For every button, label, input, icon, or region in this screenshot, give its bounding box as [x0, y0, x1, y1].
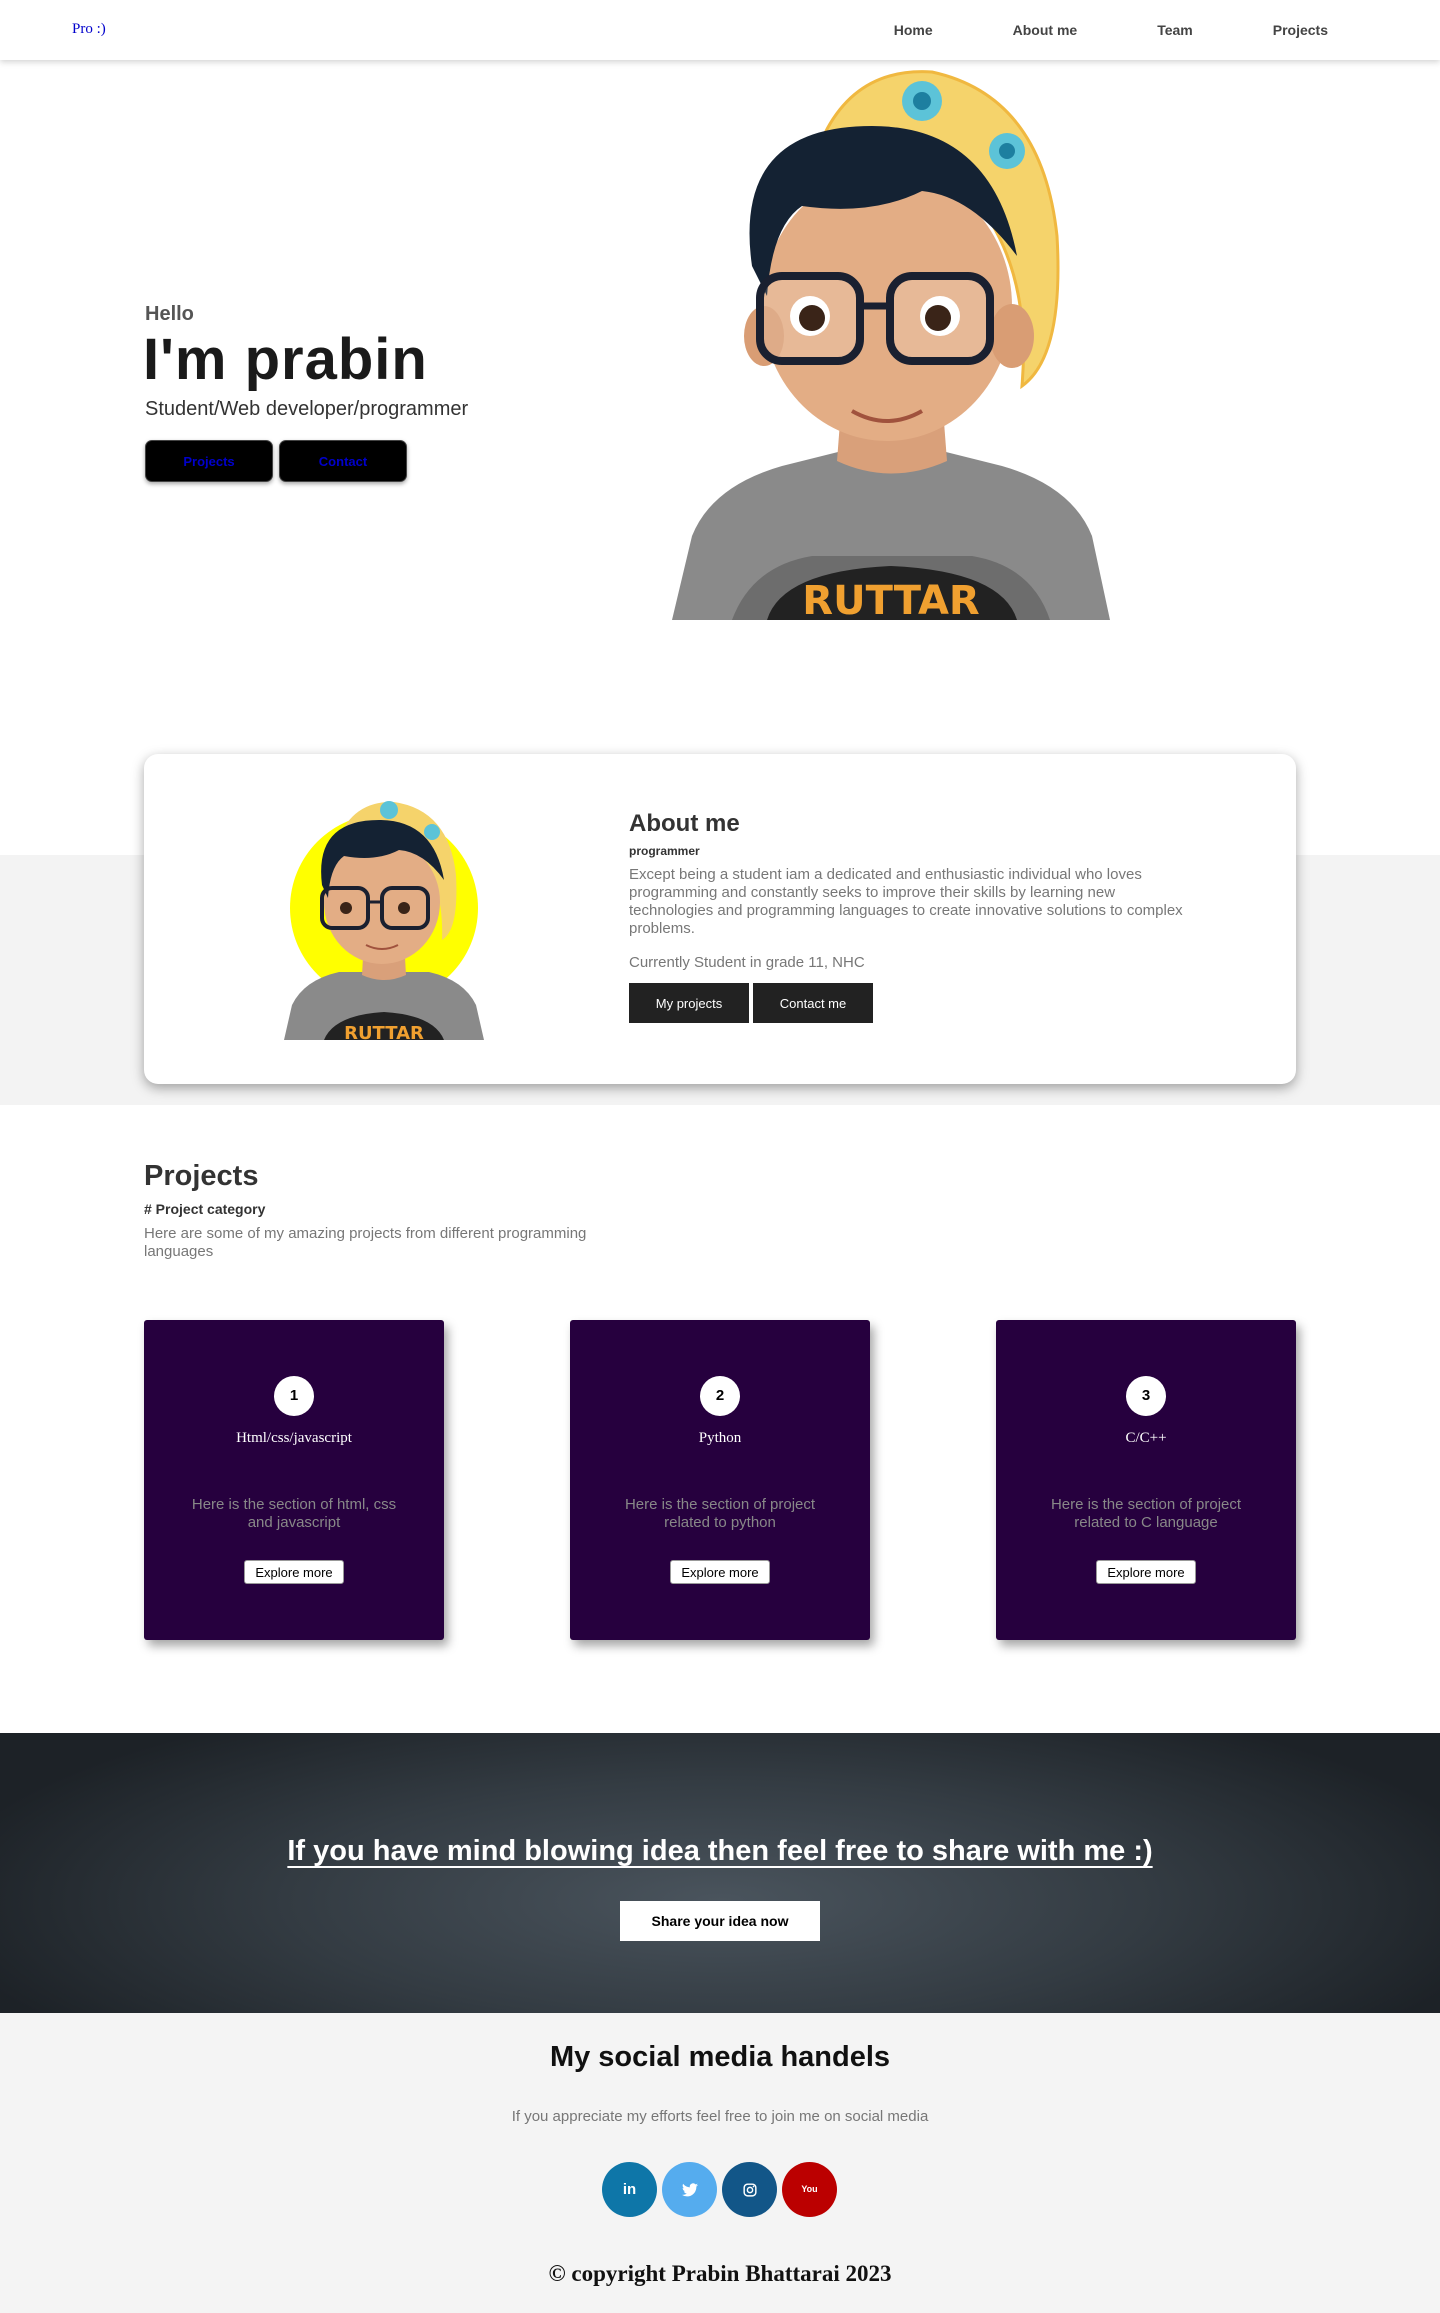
hero-name: I'm prabin	[143, 327, 428, 392]
project-card-python: 2 Python Here is the section of project …	[570, 1320, 870, 1640]
instagram-icon[interactable]	[722, 2162, 777, 2217]
explore-more-button[interactable]: Explore more	[670, 1560, 770, 1584]
explore-more-button[interactable]: Explore more	[244, 1560, 344, 1584]
about-current-status: Currently Student in grade 11, NHC	[629, 954, 865, 971]
card-title: Python	[698, 1430, 742, 1446]
idea-banner: If you have mind blowing idea then feel …	[0, 1733, 1440, 2013]
about-title: About me	[629, 810, 740, 837]
projects-section: Projects # Project category Here are som…	[144, 1160, 1296, 1261]
card-description: Here is the section of html, css and jav…	[191, 1496, 397, 1531]
navbar: Pro :) Home About me Team Projects	[0, 0, 1440, 60]
project-card-html: 1 Html/css/javascript Here is the sectio…	[144, 1320, 444, 1640]
hero-role: Student/Web developer/programmer	[145, 398, 469, 420]
projects-title: Projects	[144, 1160, 259, 1192]
hero-avatar-image: RUTTAR	[672, 70, 1110, 620]
card-title: C/C++	[1125, 1430, 1167, 1446]
site-logo[interactable]: Pro :)	[72, 21, 106, 38]
nav-link-projects[interactable]: Projects	[1273, 22, 1328, 38]
social-text: If you appreciate my efforts feel free t…	[511, 2108, 929, 2125]
social-title: My social media handels	[549, 2041, 891, 2073]
hero-section: Hello I'm prabin Student/Web developer/p…	[0, 60, 1440, 620]
contact-me-button[interactable]: Contact me	[753, 983, 873, 1023]
project-cards: 1 Html/css/javascript Here is the sectio…	[144, 1320, 1296, 1640]
card-number: 1	[274, 1376, 314, 1416]
projects-category: # Project category	[144, 1201, 266, 1217]
card-description: Here is the section of project related t…	[1050, 1496, 1242, 1531]
about-avatar-image: RUTTAR	[284, 801, 484, 1040]
linkedin-icon[interactable]: in	[602, 2162, 657, 2217]
projects-button[interactable]: Projects	[145, 440, 273, 482]
nav-link-team[interactable]: Team	[1157, 22, 1193, 38]
youtube-icon[interactable]: You	[782, 2162, 837, 2217]
linkedin-label: in	[622, 2181, 637, 2198]
idea-heading: If you have mind blowing idea then feel …	[0, 1835, 1440, 1868]
about-buttons: My projects Contact me	[629, 983, 1189, 1023]
copyright-text: © copyright Prabin Bhattarai 2023	[548, 2261, 892, 2286]
nav-links: Home About me Team Projects	[894, 0, 1440, 60]
social-section: My social media handels If you appreciat…	[0, 2013, 1440, 2313]
explore-more-button[interactable]: Explore more	[1096, 1560, 1196, 1584]
twitter-icon[interactable]	[662, 2162, 717, 2217]
card-number: 3	[1126, 1376, 1166, 1416]
nav-link-home[interactable]: Home	[894, 22, 933, 38]
share-idea-button[interactable]: Share your idea now	[620, 1901, 820, 1941]
project-card-c: 3 C/C++ Here is the section of project r…	[996, 1320, 1296, 1640]
shirt-text: RUTTAR	[802, 578, 979, 620]
youtube-label: You	[801, 2184, 818, 2194]
about-shirt-text: RUTTAR	[344, 1023, 424, 1040]
social-icons: in You	[602, 2162, 837, 2217]
about-subtitle: programmer	[629, 844, 700, 858]
nav-link-about[interactable]: About me	[1013, 22, 1078, 38]
hero-buttons: Projects Contact	[145, 440, 407, 482]
hero-greeting: Hello	[145, 303, 194, 325]
card-description: Here is the section of project related t…	[624, 1496, 816, 1531]
card-title: Html/css/javascript	[236, 1430, 352, 1446]
contact-button[interactable]: Contact	[279, 440, 407, 482]
about-description: Except being a student iam a dedicated a…	[629, 866, 1183, 937]
projects-description: Here are some of my amazing projects fro…	[144, 1225, 587, 1260]
about-card: RUTTAR About me programmer Except being …	[144, 754, 1296, 1084]
about-content: About me programmer Except being a stude…	[629, 810, 1189, 1023]
idea-heading-text: If you have mind blowing idea then feel …	[287, 1835, 1153, 1867]
my-projects-button[interactable]: My projects	[629, 983, 749, 1023]
card-number: 2	[700, 1376, 740, 1416]
